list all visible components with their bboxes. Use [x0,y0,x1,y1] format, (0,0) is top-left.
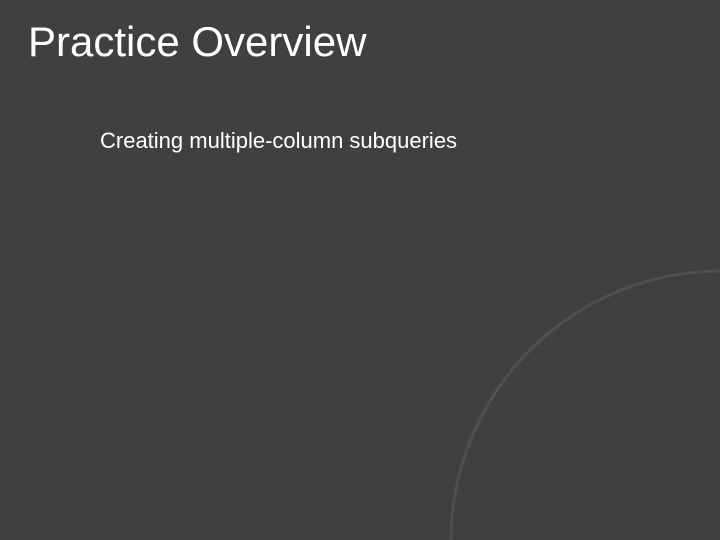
slide-container: Practice Overview Creating multiple-colu… [0,0,720,540]
decorative-arc [441,261,720,540]
slide-title: Practice Overview [28,18,366,66]
slide-body-text: Creating multiple-column subqueries [100,128,457,154]
